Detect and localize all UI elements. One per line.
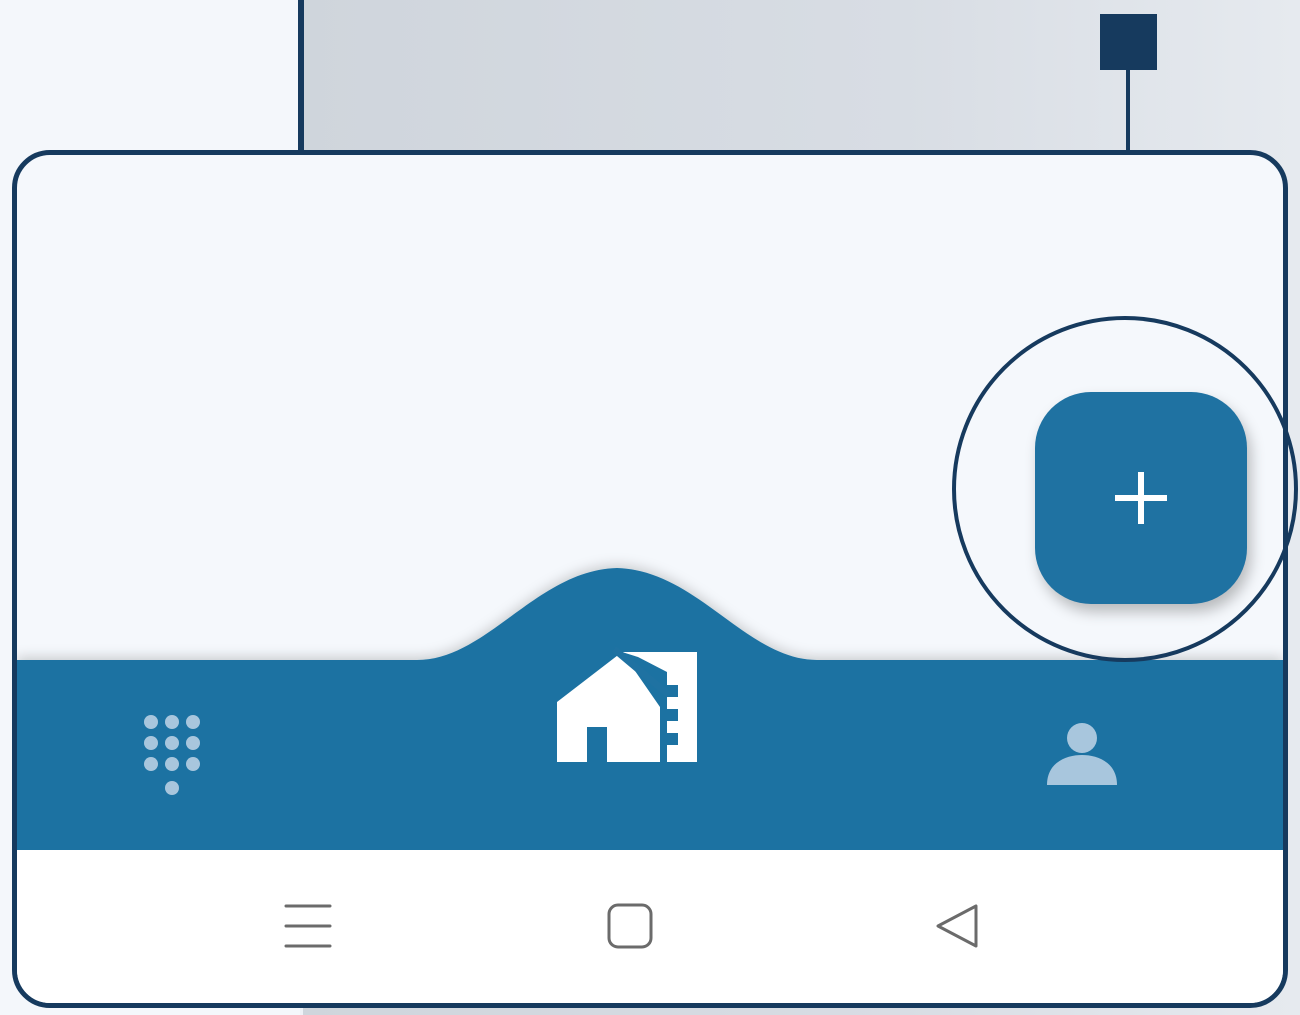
nav-item-home[interactable] bbox=[552, 646, 702, 772]
dialpad-icon bbox=[144, 715, 200, 795]
recent-apps-button[interactable] bbox=[282, 900, 334, 957]
nav-item-profile[interactable] bbox=[1042, 720, 1122, 790]
system-back-button[interactable] bbox=[932, 900, 984, 957]
home-building-icon bbox=[557, 646, 697, 762]
person-icon bbox=[1047, 723, 1117, 785]
recent-apps-icon bbox=[284, 904, 332, 948]
system-home-button[interactable] bbox=[604, 900, 656, 957]
system-navigation-bar bbox=[17, 850, 1283, 1003]
annotation-highlight-circle bbox=[952, 316, 1298, 662]
background-divider bbox=[298, 0, 304, 160]
nav-item-dialpad[interactable] bbox=[137, 710, 207, 800]
annotation-marker bbox=[1100, 14, 1157, 70]
back-triangle-icon bbox=[936, 904, 978, 948]
home-square-icon bbox=[607, 903, 653, 949]
